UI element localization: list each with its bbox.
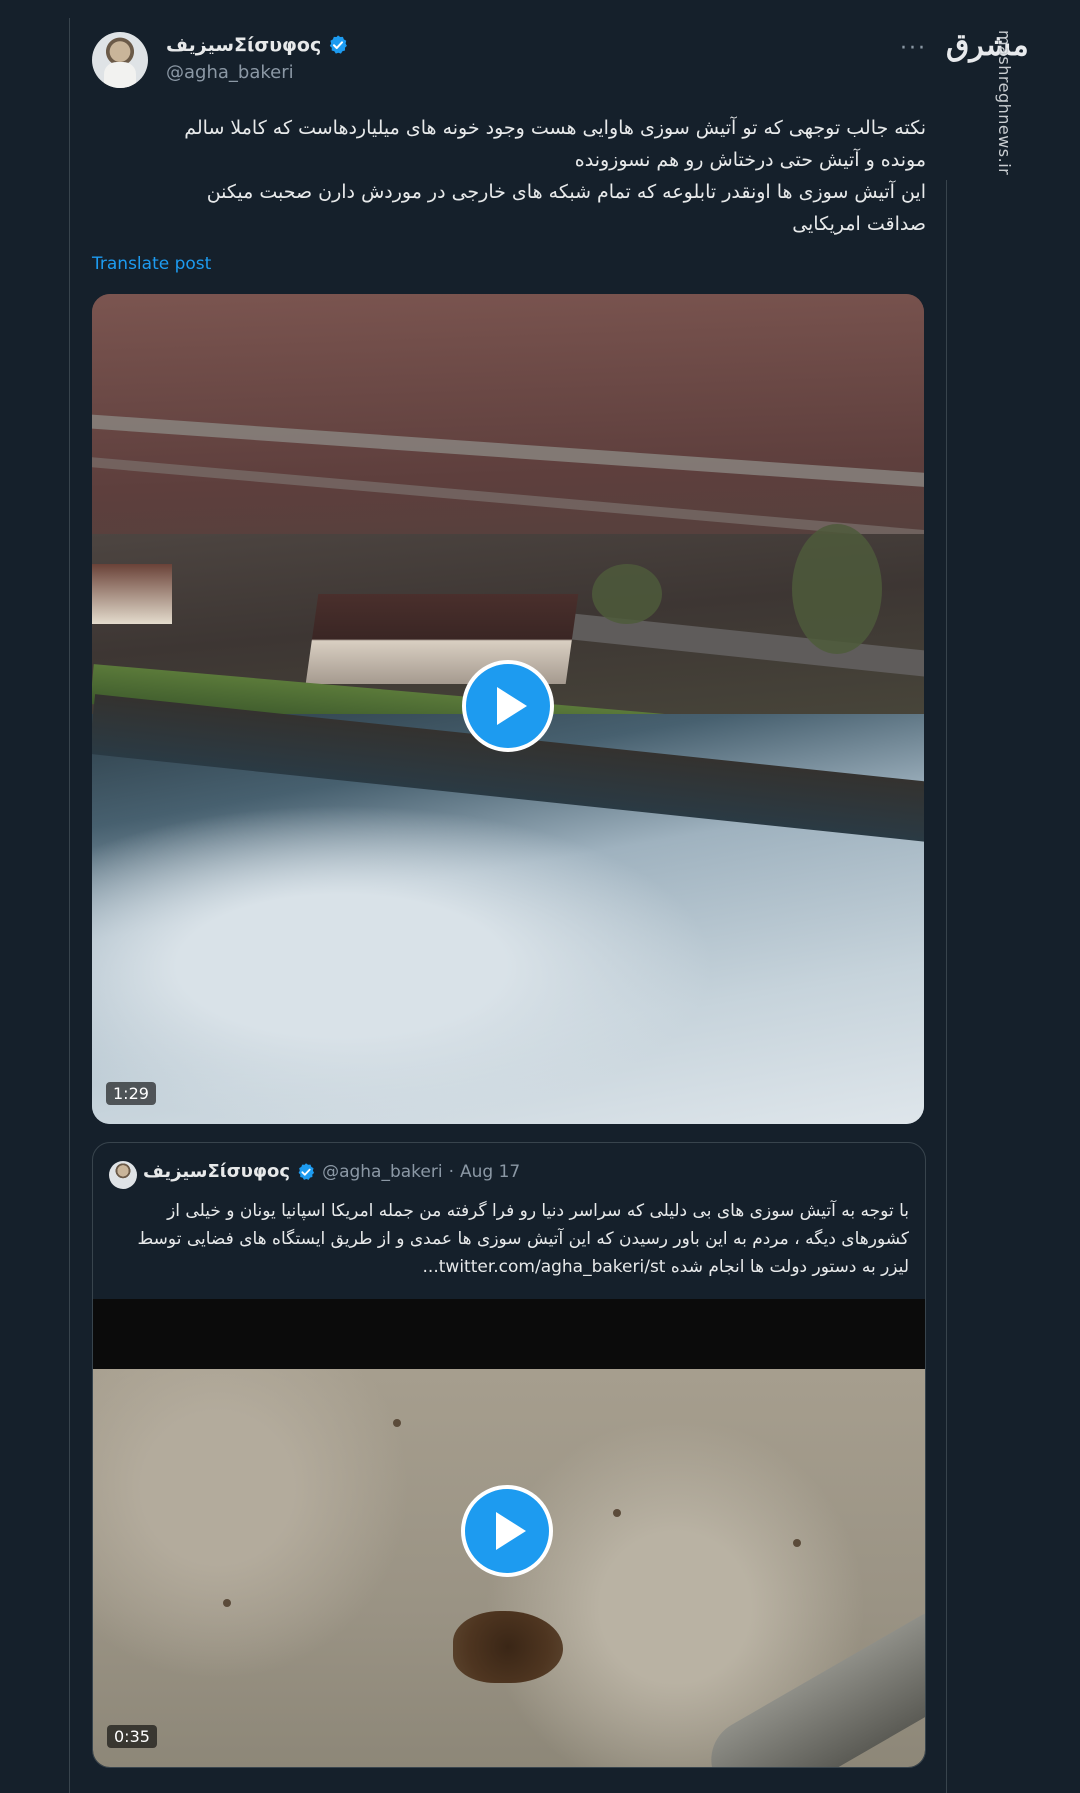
play-icon[interactable] — [462, 660, 554, 752]
video-letterbox — [93, 1299, 925, 1369]
video-thumbnail-speck — [793, 1539, 801, 1547]
video-thumbnail-field — [92, 294, 924, 544]
author-name-row[interactable]: سیزیفΣίσυφος — [166, 34, 349, 56]
post-text: نکته جالب توجهی که تو آتیش سوزی هاوایی ه… — [92, 112, 926, 240]
verified-badge-icon — [330, 35, 348, 54]
quoted-text-line: لیزر به دستور دولت ها انجام شده twitter.… — [422, 1257, 909, 1277]
quoted-author-display-name[interactable]: سیزیفΣίσυφος — [143, 1161, 290, 1182]
video-thumbnail-tree — [792, 524, 882, 654]
quoted-post[interactable]: سیزیفΣίσυφος @agha_bakeri · Aug 17 با تو… — [92, 1142, 926, 1768]
avatar[interactable] — [92, 32, 148, 88]
watermark: مشرق mashreghnews.ir — [944, 22, 1029, 182]
play-icon[interactable] — [461, 1485, 553, 1577]
author-display-name[interactable]: سیزیفΣίσυφος — [166, 34, 321, 56]
quoted-date[interactable]: Aug 17 — [460, 1162, 520, 1182]
video-thumbnail-debris — [453, 1611, 563, 1683]
video-thumbnail-tree — [592, 564, 662, 624]
quoted-video[interactable]: 0:35 — [93, 1299, 925, 1767]
quoted-text-line: کشورهای دیگه ، مردم به این باور رسیدن که… — [137, 1229, 909, 1249]
video-duration: 0:35 — [107, 1725, 157, 1748]
quoted-post-text: با توجه به آتیش سوزی های بی دلیلی که سرا… — [109, 1197, 909, 1281]
frame-left-border — [69, 18, 70, 1793]
post-text-line: نکته جالب توجهی که تو آتیش سوزی هاوایی ه… — [184, 117, 926, 139]
quoted-author-row[interactable]: سیزیفΣίσυφος @agha_bakeri · Aug 17 — [143, 1161, 520, 1182]
verified-badge-icon — [298, 1162, 315, 1180]
translate-post-link[interactable]: Translate post — [92, 254, 211, 274]
watermark-site: mashreghnews.ir — [995, 30, 1014, 176]
video-thumbnail-speck — [613, 1509, 621, 1517]
watermark-logo: مشرق — [946, 28, 1029, 63]
author-handle[interactable]: @agha_bakeri — [166, 62, 294, 83]
more-options-icon[interactable]: ··· — [900, 36, 927, 61]
quoted-author-handle[interactable]: @agha_bakeri — [322, 1162, 443, 1182]
quoted-text-line: با توجه به آتیش سوزی های بی دلیلی که سرا… — [167, 1201, 909, 1221]
post-video[interactable]: 1:29 — [92, 294, 924, 1124]
quoted-avatar[interactable] — [109, 1161, 137, 1189]
post-text-line: صداقت امریکایی — [792, 213, 926, 235]
video-thumbnail-speck — [393, 1419, 401, 1427]
video-duration: 1:29 — [106, 1082, 156, 1105]
frame-right-border — [946, 180, 947, 1793]
video-thumbnail-house — [92, 564, 172, 624]
post-text-line: مونده و آتیش حتی درختاش رو هم نسوزونده — [574, 149, 926, 171]
quoted-separator: · — [448, 1161, 454, 1182]
video-thumbnail-speck — [223, 1599, 231, 1607]
post-text-line: این آتیش سوزی ها اونقدر تابلوعه که تمام … — [206, 181, 926, 203]
